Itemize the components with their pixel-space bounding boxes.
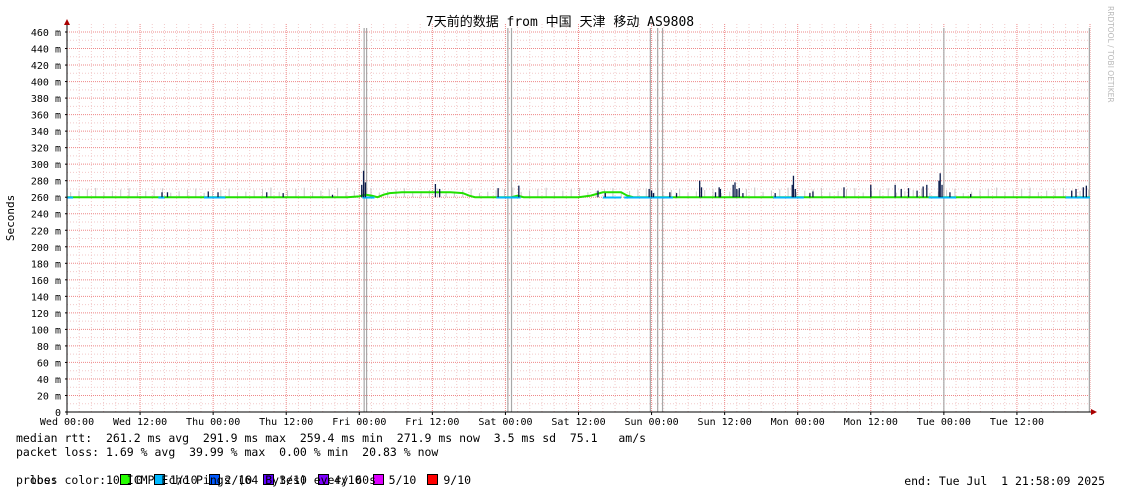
x-axis-arrow xyxy=(1091,409,1097,415)
y-tick-label: 220 m xyxy=(31,226,61,237)
y-tick-label: 80 m xyxy=(37,342,61,353)
y-tick-label: 20 m xyxy=(37,391,61,402)
latency-chart: 020 m40 m60 m80 m100 m120 m140 m160 m180… xyxy=(4,6,1115,428)
probe-info: probe: 10 ICMP Echo Pings (64 Bytes) eve… xyxy=(16,473,377,487)
x-tick-label: Thu 12:00 xyxy=(259,417,313,428)
y-tick-label: 280 m xyxy=(31,177,61,188)
y-tick-label: 300 m xyxy=(31,160,61,171)
y-tick-label: 240 m xyxy=(31,210,61,221)
y-tick-label: 120 m xyxy=(31,309,61,320)
y-tick-label: 260 m xyxy=(31,193,61,204)
y-tick-label: 460 m xyxy=(31,28,61,39)
packet-loss-stats: packet loss: 1.69 % avg 39.99 % max 0.00… xyxy=(16,445,439,459)
x-tick-label: Mon 12:00 xyxy=(844,417,898,428)
axes xyxy=(64,19,1097,415)
y-tick-label: 340 m xyxy=(31,127,61,138)
y-tick-label: 320 m xyxy=(31,144,61,155)
y-tick-label: 140 m xyxy=(31,292,61,303)
y-tick-label: 180 m xyxy=(31,259,61,270)
end-timestamp: end: Tue Jul 1 21:58:09 2025 xyxy=(904,474,1105,488)
y-tick-label: 440 m xyxy=(31,45,61,56)
y-tick-label: 360 m xyxy=(31,111,61,122)
chart-title: 7天前的数据 from 中国 天津 移动 AS9808 xyxy=(426,14,694,30)
x-tick-label: Tue 00:00 xyxy=(917,417,971,428)
x-tick-label: Tue 12:00 xyxy=(990,417,1044,428)
x-tick-label: Wed 00:00 xyxy=(40,417,94,428)
median-rtt-stats: median rtt: 261.2 ms avg 291.9 ms max 25… xyxy=(16,431,647,445)
x-tick-label: Mon 00:00 xyxy=(771,417,825,428)
x-tick-label: Sun 12:00 xyxy=(698,417,752,428)
y-tick-label: 400 m xyxy=(31,78,61,89)
loss-color-item: 9/10 xyxy=(427,473,471,487)
y-tick-label: 160 m xyxy=(31,276,61,287)
y-axis-arrow xyxy=(64,19,70,25)
tick-labels: 020 m40 m60 m80 m100 m120 m140 m160 m180… xyxy=(31,28,1044,428)
rrdtool-watermark: RRDTOOL / TOBI OETIKER xyxy=(1106,6,1115,103)
x-tick-label: Fri 12:00 xyxy=(405,417,459,428)
y-axis-label: Seconds xyxy=(4,195,17,241)
y-tick-label: 380 m xyxy=(31,94,61,105)
loss-color-text: 5/10 xyxy=(388,473,417,487)
y-tick-label: 40 m xyxy=(37,375,61,386)
x-tick-label: Thu 00:00 xyxy=(186,417,240,428)
y-tick-label: 100 m xyxy=(31,325,61,336)
y-tick-label: 60 m xyxy=(37,358,61,369)
loss-color-swatch xyxy=(427,474,439,485)
loss-color-text: 9/10 xyxy=(443,473,472,487)
loss-color-item: 5/10 xyxy=(372,473,417,487)
y-tick-label: 420 m xyxy=(31,61,61,72)
x-tick-label: Sat 00:00 xyxy=(478,417,532,428)
x-tick-label: Fri 00:00 xyxy=(332,417,386,428)
x-tick-label: Wed 12:00 xyxy=(113,417,167,428)
x-tick-label: Sat 12:00 xyxy=(551,417,605,428)
y-tick-label: 200 m xyxy=(31,243,61,254)
x-tick-label: Sun 00:00 xyxy=(624,417,678,428)
grid xyxy=(66,24,1091,413)
